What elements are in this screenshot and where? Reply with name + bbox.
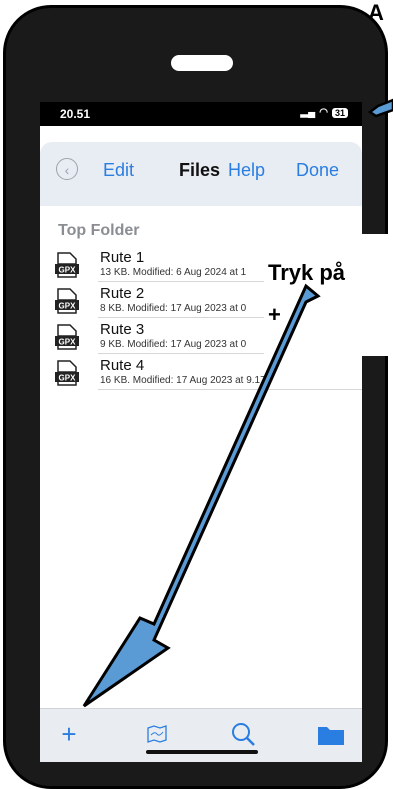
instruction-callout: Tryk på + [264,234,393,356]
file-name: Rute 3 [100,321,145,338]
svg-text:GPX: GPX [59,338,77,347]
svg-text:GPX: GPX [59,302,77,311]
gpx-file-icon: GPX [55,324,79,350]
phone-speaker [171,55,233,71]
signal-icon: ▂▄ [300,107,316,118]
add-icon[interactable]: + [54,719,84,749]
file-name: Rute 1 [100,249,145,266]
edit-button[interactable]: Edit [103,160,134,181]
chevron-left-icon[interactable]: ‹ [56,158,78,180]
battery-icon: 31 [331,107,348,118]
gpx-file-icon: GPX [55,288,79,314]
file-name: Rute 4 [100,357,145,374]
page-title: Files [179,160,221,180]
gpx-file-icon: GPX [55,360,79,386]
svg-text:GPX: GPX [59,266,77,275]
search-icon[interactable] [228,719,258,749]
file-meta: 13 KB. Modified: 6 Aug 2024 at 1 [100,267,247,278]
file-name: Rute 2 [100,285,145,302]
app-screen: 20.51 ▂▄ ◠ 31 ‹ Edit Files Help Done Top… [40,102,362,762]
instruction-text: Tryk på [268,260,346,285]
file-meta: 9 KB. Modified: 17 Aug 2023 at 0 [100,339,247,350]
row-divider [98,389,362,390]
file-meta: 16 KB. Modified: 17 Aug 2023 at 9.17 [100,375,266,386]
folder-title: Top Folder [58,222,140,239]
help-button[interactable]: Help [228,160,265,181]
home-indicator [146,750,258,754]
status-icons: ▂▄ ◠ 31 [300,107,348,118]
gpx-file-icon: GPX [55,252,79,278]
status-bar: 20.51 ▂▄ ◠ 31 [40,102,362,126]
folder-icon[interactable] [316,719,346,749]
svg-text:GPX: GPX [59,374,77,383]
navigation-bar: ‹ Edit Files Help Done [40,142,362,206]
done-button[interactable]: Done [296,160,339,181]
file-meta: 8 KB. Modified: 17 Aug 2023 at 0 [100,303,247,314]
status-time: 20.51 [60,107,91,121]
instruction-plus: + [268,302,281,327]
map-icon[interactable] [142,719,172,749]
file-row[interactable]: GPX Rute 4 16 KB. Modified: 17 Aug 2023 … [54,354,362,390]
wifi-icon: ◠ [319,107,328,118]
